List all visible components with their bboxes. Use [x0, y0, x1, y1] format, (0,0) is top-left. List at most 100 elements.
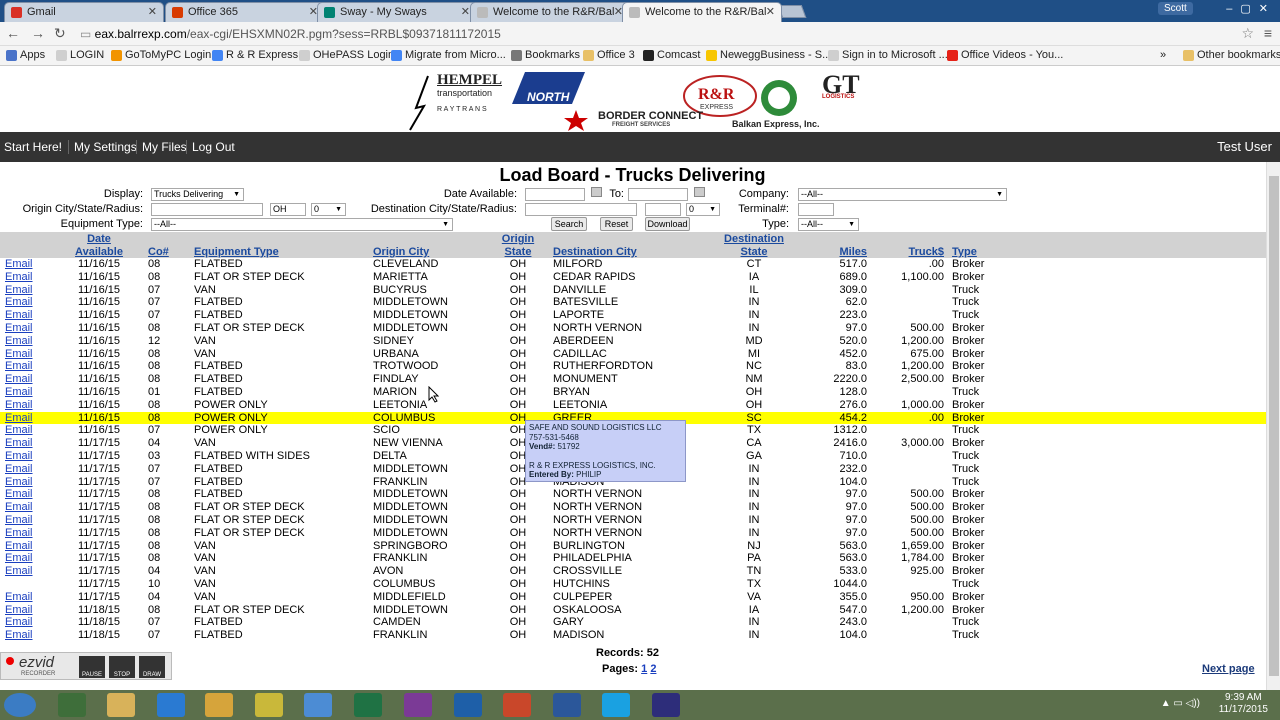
internet-explorer-icon[interactable]: [157, 693, 185, 717]
email-link[interactable]: Email: [5, 373, 33, 386]
col-dest-state[interactable]: Destination: [714, 233, 794, 245]
download-button[interactable]: Download: [645, 217, 690, 231]
email-link[interactable]: Email: [5, 386, 33, 399]
pinned-app-icon[interactable]: [255, 693, 283, 717]
bookmark-bookmarks[interactable]: Bookmarks: [511, 49, 580, 61]
email-link[interactable]: Email: [5, 488, 33, 501]
destination-city-input[interactable]: [525, 203, 637, 216]
app-grid-icon[interactable]: [58, 693, 86, 717]
table-row[interactable]: Email 11/16/15 08 POWER ONLY LEETONIA OH LEETO…: [0, 399, 1266, 412]
bookmark-rr-express[interactable]: R & R Express: [212, 49, 298, 61]
bookmark-apps[interactable]: Apps: [6, 49, 45, 61]
close-tab-icon[interactable]: ✕: [148, 3, 157, 21]
table-row[interactable]: Email 11/17/15 08 FLAT OR STEP DECK MIDDLETO…: [0, 501, 1266, 514]
url-field[interactable]: ▭ eax.balrrexp.com/eax-cgi/EHSXMN02R.pgm…: [80, 25, 1250, 43]
email-link[interactable]: Email: [5, 591, 33, 604]
email-link[interactable]: Email: [5, 476, 33, 489]
terminal-input[interactable]: [798, 203, 834, 216]
chrome-icon[interactable]: [304, 693, 332, 717]
vertical-scrollbar[interactable]: [1266, 162, 1280, 690]
nav-log-out[interactable]: Log Out: [186, 140, 235, 154]
media-player-icon[interactable]: [205, 693, 233, 717]
table-row[interactable]: Email 11/17/15 08 FLATBED MIDDLETOWN OH NORTH …: [0, 488, 1266, 501]
email-link[interactable]: Email: [5, 309, 33, 322]
col-date-sub[interactable]: Available: [70, 246, 128, 258]
table-row[interactable]: Email 11/16/15 08 FLATBED TROTWOOD OH RUTHERFO…: [0, 360, 1266, 373]
email-link[interactable]: Email: [5, 322, 33, 335]
excel-icon[interactable]: [354, 693, 382, 717]
col-type[interactable]: Type: [952, 246, 977, 258]
email-link[interactable]: Email: [5, 565, 33, 578]
table-row[interactable]: Email 11/16/15 08 VAN URBANA OH CADILLAC MI 452.…: [0, 348, 1266, 361]
email-link[interactable]: Email: [5, 552, 33, 565]
table-row[interactable]: Email 11/17/15 08 VAN FRANKLIN OH PHILADELPHIA…: [0, 552, 1266, 565]
system-tray-icons[interactable]: ▲ ▭ ◁)): [1161, 698, 1200, 709]
other-bookmarks[interactable]: Other bookmarks: [1183, 49, 1280, 61]
email-link[interactable]: Email: [5, 335, 33, 348]
table-row[interactable]: Email 11/17/15 04 VAN MIDDLEFIELD OH CULPEPER V…: [0, 591, 1266, 604]
nav-my-files[interactable]: My Files: [136, 140, 187, 154]
table-row[interactable]: Email 11/16/15 08 FLAT OR STEP DECK MARIETTA…: [0, 271, 1266, 284]
email-link[interactable]: Email: [5, 412, 33, 425]
word-icon[interactable]: [553, 693, 581, 717]
table-row[interactable]: Email 11/18/15 07 FLATBED FRANKLIN OH MADISON I…: [0, 629, 1266, 642]
table-row[interactable]: 11/17/15 10 VAN COLUMBUS OH HUTCHINS TX 1044.0 T…: [0, 578, 1266, 591]
stop-button[interactable]: STOP: [109, 656, 135, 678]
email-link[interactable]: Email: [5, 604, 33, 617]
tab-welcome-active[interactable]: Welcome to the R&R/Bal ✕: [622, 2, 782, 22]
col-origin-state-sub[interactable]: State: [494, 246, 542, 258]
search-button[interactable]: Search: [551, 217, 587, 231]
col-dest-state-sub[interactable]: State: [714, 246, 794, 258]
close-tab-icon[interactable]: ✕: [766, 3, 775, 21]
email-link[interactable]: Email: [5, 360, 33, 373]
email-link[interactable]: Email: [5, 501, 33, 514]
origin-city-input[interactable]: [151, 203, 263, 216]
skype-icon[interactable]: [602, 693, 630, 717]
destination-state-input[interactable]: [645, 203, 681, 216]
nav-start-here[interactable]: Start Here!: [4, 140, 62, 154]
menu-icon[interactable]: ≡: [1264, 25, 1272, 41]
reset-button[interactable]: Reset: [600, 217, 633, 231]
email-link[interactable]: Email: [5, 348, 33, 361]
clock[interactable]: 9:39 AM 11/17/2015: [1219, 692, 1268, 716]
tab-gmail[interactable]: Gmail ✕: [4, 2, 164, 22]
bookmark-migrate[interactable]: Migrate from Micro...: [391, 49, 506, 61]
email-link[interactable]: Email: [5, 271, 33, 284]
table-row[interactable]: Email 11/16/15 08 FLATBED FINDLAY OH MONUMENT N…: [0, 373, 1266, 386]
tab-welcome-1[interactable]: Welcome to the R&R/Bal ✕: [470, 2, 630, 22]
tab-office365[interactable]: Office 365 ✕: [165, 2, 325, 22]
powerpoint-icon[interactable]: [503, 693, 531, 717]
onenote-icon[interactable]: [404, 693, 432, 717]
bookmark-office-videos[interactable]: Office Videos - You...: [947, 49, 1063, 61]
bookmark-newegg[interactable]: NeweggBusiness - S...: [706, 49, 831, 61]
date-to-input[interactable]: [628, 188, 688, 201]
table-row[interactable]: Email 11/17/15 04 VAN AVON OH CROSSVILLE TN 533.…: [0, 565, 1266, 578]
window-controls[interactable]: –▢✕: [1226, 2, 1276, 15]
type-select[interactable]: --All--: [798, 218, 859, 231]
email-link[interactable]: Email: [5, 514, 33, 527]
bookmark-star-icon[interactable]: ☆: [1241, 25, 1254, 42]
col-truck[interactable]: Truck$: [880, 246, 944, 258]
display-select[interactable]: Trucks Delivering: [151, 188, 244, 201]
table-row[interactable]: Email 11/16/15 08 FLATBED CLEVELAND OH MILFORD…: [0, 258, 1266, 271]
bookmark-login[interactable]: LOGIN: [56, 49, 104, 61]
email-link[interactable]: Email: [5, 437, 33, 450]
email-link[interactable]: Email: [5, 450, 33, 463]
bookmark-comcast[interactable]: Comcast: [643, 49, 700, 61]
bookmark-ohepass[interactable]: OHePASS Login: [299, 49, 394, 61]
table-row[interactable]: Email 11/18/15 07 FLATBED CAMDEN OH GARY IN 243.…: [0, 616, 1266, 629]
forward-icon[interactable]: →: [31, 25, 45, 41]
table-row[interactable]: Email 11/16/15 07 FLATBED MIDDLETOWN OH BATESV…: [0, 296, 1266, 309]
draw-button[interactable]: DRAW: [139, 656, 165, 678]
back-icon[interactable]: ←: [6, 25, 20, 41]
email-link[interactable]: Email: [5, 527, 33, 540]
pause-button[interactable]: PAUSE: [79, 656, 105, 678]
table-row[interactable]: Email 11/16/15 07 FLATBED MIDDLETOWN OH LAPORT…: [0, 309, 1266, 322]
email-link[interactable]: Email: [5, 629, 33, 642]
table-row[interactable]: Email 11/18/15 08 FLAT OR STEP DECK MIDDLETO…: [0, 604, 1266, 617]
table-row[interactable]: Email 11/17/15 08 FLAT OR STEP DECK MIDDLETO…: [0, 527, 1266, 540]
email-link[interactable]: Email: [5, 540, 33, 553]
company-select[interactable]: --All--: [798, 188, 1007, 201]
next-page-link[interactable]: Next page: [1202, 663, 1255, 675]
reload-icon[interactable]: ↻: [54, 25, 66, 42]
